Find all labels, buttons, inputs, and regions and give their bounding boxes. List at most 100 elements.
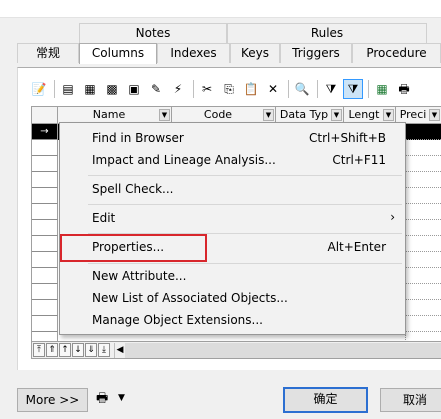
properties-icon[interactable]: 📝: [29, 79, 49, 99]
menu-item-spell-check[interactable]: Spell Check...: [60, 179, 405, 201]
table-row[interactable]: [405, 252, 441, 268]
dropdown-arrow-icon[interactable]: ▼: [331, 109, 342, 121]
table-row[interactable]: [405, 220, 441, 236]
dropdown-arrow-icon[interactable]: ▼: [263, 109, 274, 121]
table-row[interactable]: [405, 124, 441, 140]
tab-rules[interactable]: Rules: [227, 23, 427, 43]
menu-item-properties[interactable]: Properties... Alt+Enter: [60, 234, 405, 262]
row-header[interactable]: [32, 300, 58, 316]
tab-columns[interactable]: Columns: [79, 43, 157, 64]
menu-separator: [88, 175, 402, 176]
grid-cells-right: [405, 124, 441, 341]
ok-button[interactable]: 确定: [283, 387, 368, 413]
row-header[interactable]: →: [32, 124, 58, 140]
menu-item-new-attribute[interactable]: New Attribute...: [60, 266, 405, 288]
row-header[interactable]: [32, 204, 58, 220]
clear-filter-icon[interactable]: ✎: [146, 79, 166, 99]
cancel-button[interactable]: 取消: [380, 388, 441, 412]
table-row[interactable]: [405, 268, 441, 284]
paste-icon[interactable]: 📋: [241, 79, 261, 99]
table-row[interactable]: [405, 188, 441, 204]
tab-procedures[interactable]: Procedure: [352, 43, 441, 63]
column-header-label: Code: [203, 108, 233, 121]
row-header[interactable]: [32, 220, 58, 236]
table-row[interactable]: [405, 172, 441, 188]
add-row-icon[interactable]: ▦: [80, 79, 100, 99]
dropdown-arrow-icon[interactable]: ▼: [429, 109, 440, 121]
row-header[interactable]: [32, 252, 58, 268]
menu-item-edit[interactable]: Edit ›: [60, 208, 405, 230]
move-page-down-icon[interactable]: ⇓: [85, 343, 97, 357]
dropdown-arrow-icon[interactable]: ▼: [383, 109, 394, 121]
menu-item-label: Spell Check...: [92, 182, 174, 196]
tab-label: 常规: [35, 46, 60, 60]
row-header[interactable]: [32, 316, 58, 332]
toolbar-separator: [317, 80, 318, 98]
table-row[interactable]: [405, 140, 441, 156]
row-header[interactable]: [32, 188, 58, 204]
menu-item-label: Edit: [92, 211, 116, 225]
tab-indexes[interactable]: Indexes: [157, 43, 230, 63]
menu-separator: [88, 204, 402, 205]
filter-active-icon[interactable]: ⧩: [343, 79, 363, 99]
tab-row-upper: Notes Rules: [79, 23, 427, 43]
more-button-label: More >>: [25, 393, 80, 407]
dropdown-arrow-icon[interactable]: ▼: [159, 109, 170, 121]
tab-triggers[interactable]: Triggers: [280, 43, 352, 63]
row-header[interactable]: [32, 156, 58, 172]
row-header[interactable]: [32, 236, 58, 252]
more-button[interactable]: More >>: [17, 388, 88, 412]
tab-notes[interactable]: Notes: [79, 23, 227, 43]
add-columns-icon[interactable]: ▩: [102, 79, 122, 99]
excel-export-icon[interactable]: ▦: [372, 79, 392, 99]
table-row[interactable]: [405, 300, 441, 316]
menu-item-find-in-browser[interactable]: Find in Browser Ctrl+Shift+B: [60, 128, 405, 150]
table-row[interactable]: [405, 332, 441, 341]
copy-icon[interactable]: ⎘: [219, 79, 239, 99]
move-top-icon[interactable]: ⤒: [33, 343, 45, 357]
filter-icon[interactable]: ⧩: [321, 79, 341, 99]
tab-label: Triggers: [292, 46, 340, 60]
cut-icon[interactable]: ✂: [197, 79, 217, 99]
row-header[interactable]: [32, 284, 58, 300]
printer-icon[interactable]: 🖶: [96, 389, 108, 411]
horizontal-scrollbar[interactable]: ◀: [114, 342, 441, 358]
tab-row-lower: 常规 Columns Indexes Keys Triggers Procedu…: [17, 43, 441, 64]
scroll-left-icon[interactable]: ◀: [115, 342, 125, 358]
table-row[interactable]: [405, 156, 441, 172]
row-header[interactable]: [32, 172, 58, 188]
reuse-columns-icon[interactable]: ▣: [124, 79, 144, 99]
table-row[interactable]: [405, 204, 441, 220]
menu-item-shortcut: Ctrl+F11: [332, 153, 386, 167]
find-icon[interactable]: 🔍: [292, 79, 312, 99]
toolbar-separator: [288, 80, 289, 98]
delete-icon[interactable]: ✕: [263, 79, 283, 99]
table-row[interactable]: [405, 316, 441, 332]
menu-separator: [88, 263, 402, 264]
row-header[interactable]: [32, 332, 58, 341]
row-headers: →: [32, 124, 58, 341]
print-icon[interactable]: 🖶: [394, 79, 414, 99]
window-top-strip: [0, 0, 441, 18]
table-row[interactable]: [405, 284, 441, 300]
column-header-label: Preci: [399, 108, 427, 121]
row-header[interactable]: [32, 268, 58, 284]
menu-item-impact-lineage[interactable]: Impact and Lineage Analysis... Ctrl+F11: [60, 150, 405, 172]
insert-row-icon[interactable]: ▤: [58, 79, 78, 99]
row-header-corner: [32, 107, 58, 124]
move-down-icon[interactable]: ↓: [72, 343, 84, 357]
clear-all-icon[interactable]: ⚡: [168, 79, 188, 99]
table-row[interactable]: [405, 236, 441, 252]
tab-keys[interactable]: Keys: [230, 43, 280, 63]
tab-general[interactable]: 常规: [17, 43, 79, 63]
tab-label: Keys: [240, 46, 269, 60]
move-page-up-icon[interactable]: ⇑: [46, 343, 58, 357]
tab-label: Notes: [135, 26, 171, 40]
menu-item-label: Impact and Lineage Analysis...: [92, 153, 276, 167]
row-header[interactable]: [32, 140, 58, 156]
menu-item-manage-extensions[interactable]: Manage Object Extensions...: [60, 310, 405, 332]
menu-item-new-list-associated[interactable]: New List of Associated Objects...: [60, 288, 405, 310]
move-up-icon[interactable]: ↑: [59, 343, 71, 357]
move-bottom-icon[interactable]: ⤓: [98, 343, 110, 357]
printer-dropdown-arrow-icon[interactable]: ▼: [118, 393, 125, 403]
